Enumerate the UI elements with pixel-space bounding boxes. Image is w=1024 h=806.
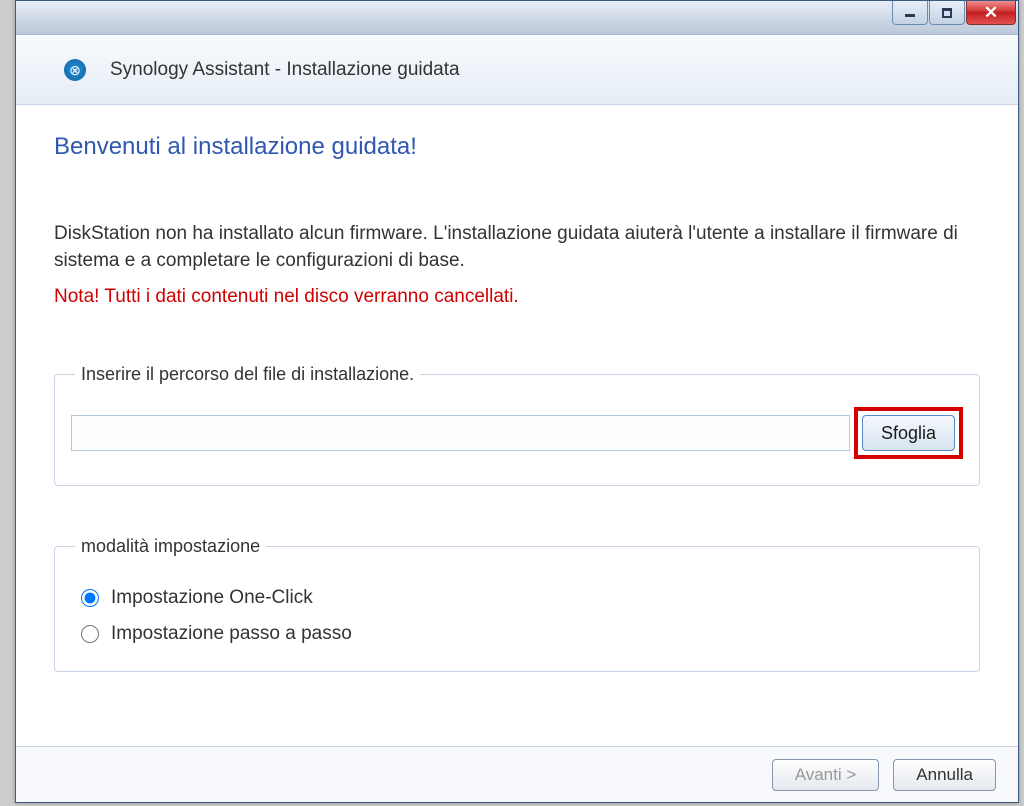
radio-option-stepbystep[interactable]: Impostazione passo a passo	[81, 623, 963, 645]
mode-legend: modalità impostazione	[75, 536, 266, 557]
mode-fieldset: modalità impostazione Impostazione One-C…	[54, 536, 980, 672]
radio-input-oneclick[interactable]	[81, 589, 99, 607]
radio-label: Impostazione One-Click	[111, 587, 313, 609]
file-row: Sfoglia	[71, 407, 963, 459]
radio-label: Impostazione passo a passo	[111, 623, 352, 645]
close-icon: ✕	[984, 4, 998, 21]
minimize-icon	[905, 14, 915, 17]
installer-window: ✕ Synology Assistant - Installazione gui…	[15, 0, 1019, 803]
warning-text: Nota! Tutti i dati contenuti nel disco v…	[54, 286, 980, 308]
close-button[interactable]: ✕	[966, 1, 1016, 25]
welcome-heading: Benvenuti al installazione guidata!	[54, 133, 980, 161]
maximize-icon	[942, 8, 952, 18]
maximize-button[interactable]	[929, 1, 965, 25]
content-area: Benvenuti al installazione guidata! Disk…	[16, 105, 1018, 672]
next-button[interactable]: Avanti >	[772, 759, 880, 791]
footer: Avanti > Annulla	[16, 746, 1018, 802]
window-controls: ✕	[892, 1, 1018, 25]
radio-group: Impostazione One-Click Impostazione pass…	[71, 579, 963, 645]
file-path-legend: Inserire il percorso del file di install…	[75, 364, 420, 385]
browse-highlight: Sfoglia	[854, 407, 963, 459]
description-text: DiskStation non ha installato alcun firm…	[54, 221, 980, 274]
app-title: Synology Assistant - Installazione guida…	[110, 59, 460, 81]
install-path-input[interactable]	[71, 415, 850, 451]
minimize-button[interactable]	[892, 1, 928, 25]
cancel-button[interactable]: Annulla	[893, 759, 996, 791]
header: Synology Assistant - Installazione guida…	[16, 35, 1018, 105]
browse-button[interactable]: Sfoglia	[862, 415, 955, 451]
radio-option-oneclick[interactable]: Impostazione One-Click	[81, 587, 963, 609]
file-path-fieldset: Inserire il percorso del file di install…	[54, 364, 980, 486]
radio-input-stepbystep[interactable]	[81, 625, 99, 643]
titlebar[interactable]: ✕	[16, 1, 1018, 35]
app-icon	[64, 59, 86, 81]
